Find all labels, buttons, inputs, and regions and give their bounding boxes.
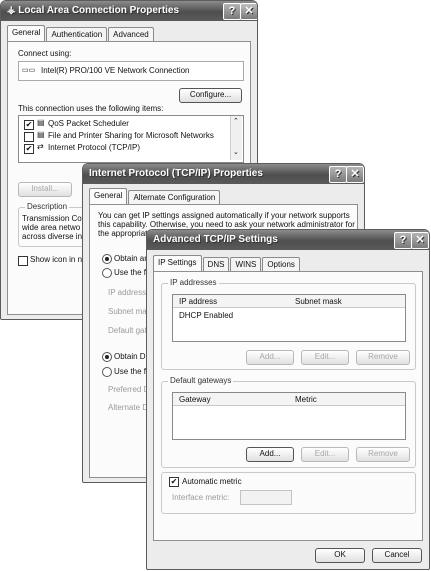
description-line: wide area netwo (22, 223, 81, 232)
gateway-list[interactable]: Gateway Metric (172, 392, 406, 440)
tab-general[interactable]: General (89, 188, 128, 204)
tcpip-titlebar[interactable]: Internet Protocol (TCP/IP) Properties ? … (83, 164, 364, 184)
ip-addresses-group: IP addresses IP address Subnet mask DHCP… (161, 278, 416, 370)
use-ip-radio[interactable] (102, 268, 112, 278)
column-header-ip-address[interactable]: IP address (179, 297, 217, 306)
lac-titlebar[interactable]: ⚶ Local Area Connection Properties ? ✕ (1, 1, 257, 21)
tcpip-title: Internet Protocol (TCP/IP) Properties (89, 168, 263, 179)
scroll-down-icon[interactable]: ⌄ (233, 148, 239, 156)
default-gateway-label: Default gat (108, 326, 147, 335)
close-button[interactable]: ✕ (346, 166, 364, 183)
install-button[interactable]: Install... (18, 182, 72, 197)
metric-group: ✔ Automatic metric Interface metric: (161, 472, 416, 514)
tab-dns[interactable]: DNS (202, 257, 230, 271)
connect-using-label: Connect using: (18, 49, 72, 58)
ip-remove-button[interactable]: Remove (356, 350, 410, 365)
file-sharing-checkbox[interactable] (24, 132, 34, 142)
default-gateways-label: Default gateways (168, 376, 234, 385)
tab-options[interactable]: Options (262, 257, 300, 271)
ip-list-header: IP address Subnet mask (173, 295, 405, 308)
show-icon-label: Show icon in no (30, 255, 87, 264)
column-header-subnet-mask[interactable]: Subnet mask (295, 297, 342, 306)
tab-ip-settings[interactable]: IP Settings (153, 255, 202, 271)
qos-icon: ▤ (37, 118, 45, 127)
default-gateways-group: Default gateways Gateway Metric Add... E… (161, 376, 416, 468)
tab-wins[interactable]: WINS (230, 257, 262, 271)
use-dns-radio[interactable] (102, 367, 112, 377)
configure-button[interactable]: Configure... (179, 88, 242, 103)
table-row[interactable]: DHCP Enabled (179, 311, 233, 320)
intro-line: the appropriate (98, 229, 152, 238)
ip-address-list[interactable]: IP address Subnet mask DHCP Enabled (172, 294, 406, 342)
ok-button[interactable]: OK (315, 548, 365, 563)
advanced-tcpip-window: Advanced TCP/IP Settings ? ✕ IP Settings… (146, 229, 430, 570)
show-icon-checkbox[interactable] (18, 256, 28, 266)
description-label: Description (25, 202, 70, 211)
obtain-ip-radio[interactable] (102, 254, 112, 264)
ip-add-button[interactable]: Add... (246, 350, 294, 365)
network-icon: ⚶ (7, 5, 16, 16)
use-dns-label: Use the f (114, 367, 147, 376)
tab-authentication[interactable]: Authentication (46, 27, 108, 41)
components-list[interactable]: ✔ ▤ QoS Packet Scheduler ▤ File and Prin… (18, 115, 244, 163)
help-button[interactable]: ? (329, 166, 347, 183)
adapter-name: Intel(R) PRO/100 VE Network Connection (41, 66, 190, 75)
items-label: This connection uses the following items… (18, 104, 164, 113)
help-button[interactable]: ? (223, 3, 241, 20)
cancel-button[interactable]: Cancel (372, 548, 422, 563)
tab-advanced[interactable]: Advanced (108, 27, 154, 41)
gateway-remove-button[interactable]: Remove (356, 447, 410, 462)
gateway-edit-button[interactable]: Edit... (301, 447, 349, 462)
lac-title: Local Area Connection Properties (18, 5, 180, 16)
obtain-dns-label: Obtain D (114, 352, 146, 361)
advanced-titlebar[interactable]: Advanced TCP/IP Settings ? ✕ (147, 230, 429, 250)
close-button[interactable]: ✕ (240, 3, 257, 20)
automatic-metric-checkbox[interactable]: ✔ (169, 477, 179, 487)
adapter-icon: ▭▭ (22, 67, 36, 74)
intro-line: this capability. Otherwise, you need to … (98, 220, 355, 229)
alternate-dns-label: Alternate D (108, 403, 149, 412)
column-header-gateway[interactable]: Gateway (179, 395, 211, 404)
use-ip-label: Use the f (114, 268, 147, 277)
obtain-dns-radio[interactable] (102, 352, 112, 362)
help-button[interactable]: ? (394, 232, 412, 249)
ip-edit-button[interactable]: Edit... (301, 350, 349, 365)
list-item[interactable]: Internet Protocol (TCP/IP) (48, 143, 140, 152)
preferred-dns-label: Preferred D (108, 385, 150, 394)
protocol-icon: ⇄ (37, 142, 44, 151)
gateway-list-header: Gateway Metric (173, 393, 405, 406)
adapter-field: ▭▭ Intel(R) PRO/100 VE Network Connectio… (18, 61, 244, 81)
close-button[interactable]: ✕ (411, 232, 429, 249)
tcpip-checkbox[interactable]: ✔ (24, 144, 34, 154)
description-line: Transmission Cor (22, 214, 85, 223)
list-item[interactable]: QoS Packet Scheduler (48, 119, 129, 128)
list-scrollbar[interactable]: ⌃ ⌄ (230, 116, 242, 160)
obtain-ip-label: Obtain ar (114, 254, 147, 263)
tab-general[interactable]: General (7, 25, 46, 41)
tab-alternate-configuration[interactable]: Alternate Configuration (128, 190, 221, 204)
subnet-mask-label: Subnet mas (108, 307, 151, 316)
ip-address-label: IP address (108, 288, 147, 297)
advanced-title: Advanced TCP/IP Settings (153, 234, 278, 245)
automatic-metric-label: Automatic metric (182, 477, 242, 486)
intro-line: You can get IP settings assigned automat… (98, 211, 350, 220)
scroll-up-icon[interactable]: ⌃ (233, 117, 239, 125)
column-header-metric[interactable]: Metric (295, 395, 317, 404)
interface-metric-label: Interface metric: (172, 493, 230, 502)
ip-settings-panel: IP addresses IP address Subnet mask DHCP… (153, 271, 423, 541)
qos-checkbox[interactable]: ✔ (24, 120, 34, 130)
gateway-add-button[interactable]: Add... (246, 447, 294, 462)
ip-addresses-label: IP addresses (168, 278, 219, 287)
interface-metric-input[interactable] (240, 490, 292, 505)
file-sharing-icon: ▤ (37, 130, 45, 139)
description-line: across diverse in (22, 232, 83, 241)
list-item[interactable]: File and Printer Sharing for Microsoft N… (48, 131, 214, 140)
